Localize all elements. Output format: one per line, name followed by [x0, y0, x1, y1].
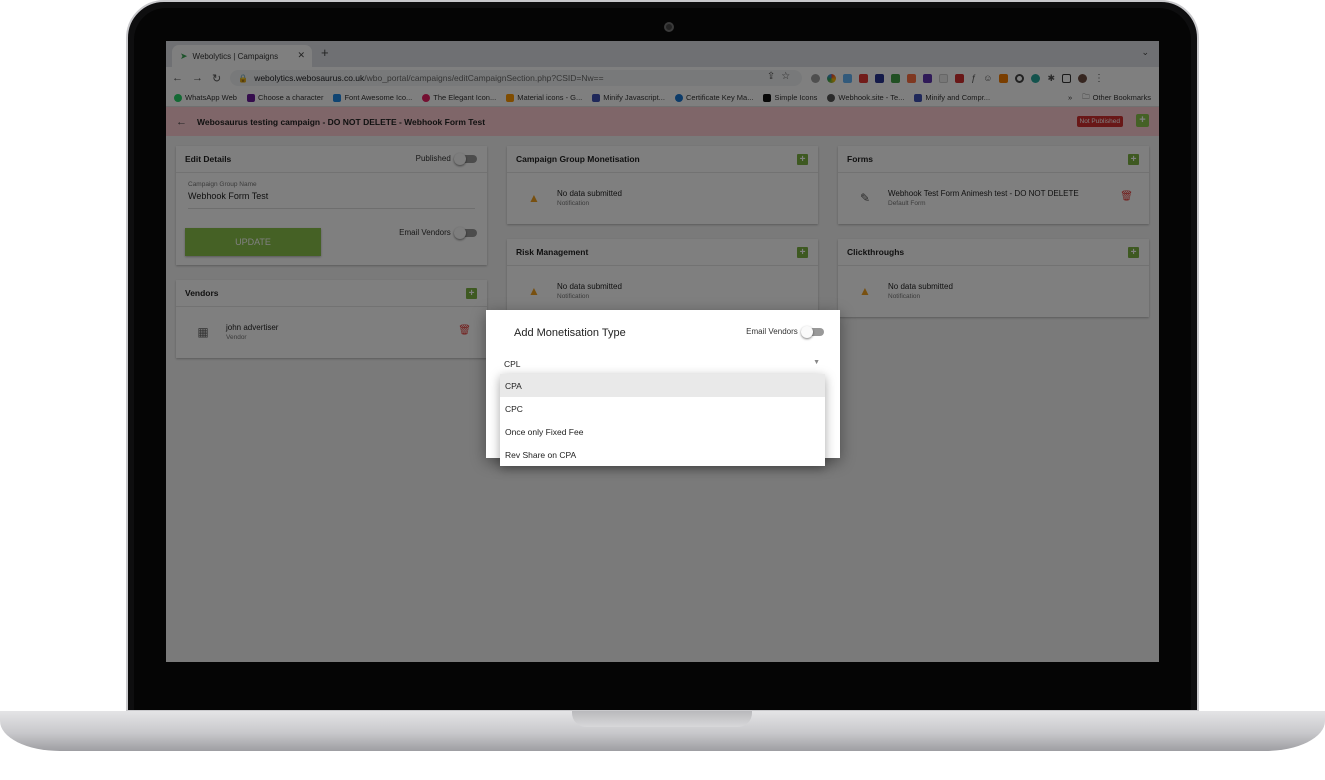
camera — [664, 22, 674, 32]
email-vendors-toggle[interactable]: Email Vendors — [746, 325, 824, 338]
dropdown-option[interactable]: Once only Fixed Fee — [500, 420, 825, 443]
monetisation-type-select[interactable]: CPL ▼ — [504, 354, 822, 374]
dropdown-option[interactable]: CPA — [500, 374, 825, 397]
screen: ➤ Webolytics | Campaigns ✕ + ⌄ ← → ↻ 🔒 w… — [166, 41, 1159, 662]
chevron-down-icon: ▼ — [813, 359, 820, 366]
toggle-switch[interactable] — [801, 325, 824, 338]
dialog-title: Add Monetisation Type — [514, 327, 626, 339]
dropdown-option[interactable]: CPC — [500, 397, 825, 420]
dropdown-option[interactable]: Rev Share on CPA — [500, 443, 825, 466]
laptop-notch — [572, 711, 752, 727]
email-vendors-label: Email Vendors — [746, 327, 798, 336]
select-dropdown: CPA CPC Once only Fixed Fee Rev Share on… — [500, 374, 825, 466]
selected-value: CPL — [504, 359, 521, 369]
